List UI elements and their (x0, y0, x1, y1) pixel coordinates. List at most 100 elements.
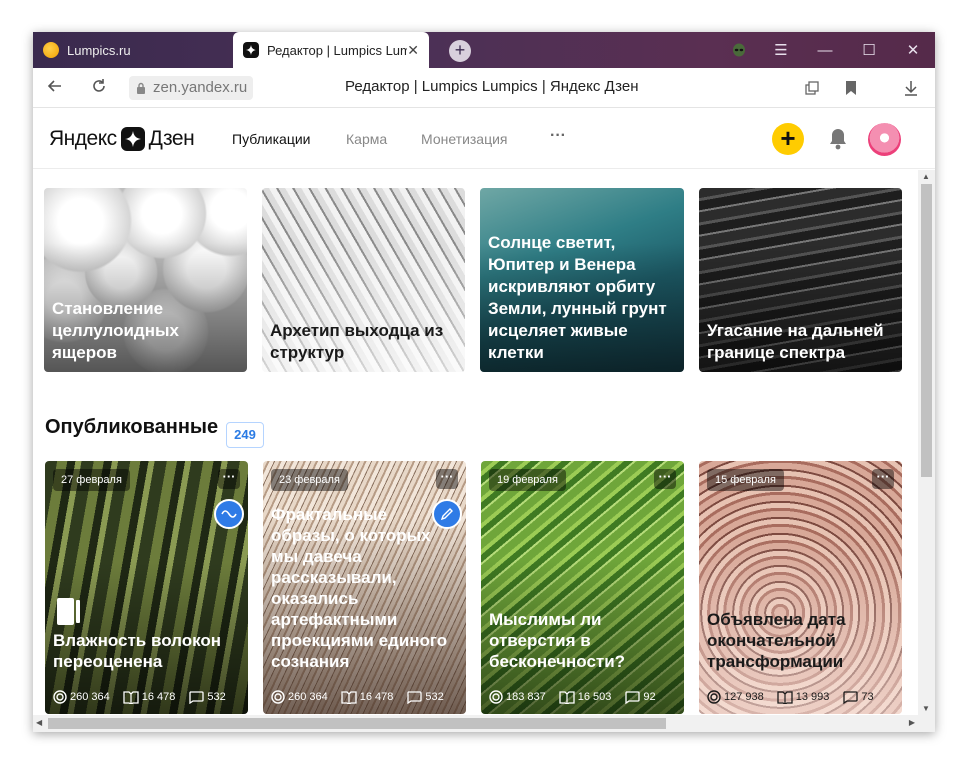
reads-count: 13 993 (795, 691, 830, 703)
scroll-up-icon[interactable]: ▲ (922, 172, 930, 181)
reads-icon (777, 690, 793, 704)
card-stats: 260 364 16 478 532 (53, 690, 239, 704)
draft-title: Солнце светит, Юпитер и Венера искривляю… (488, 233, 667, 362)
reads-count: 16 478 (141, 691, 176, 703)
views-count: 183 837 (506, 691, 546, 703)
tab-title: Lumpics.ru (67, 42, 131, 58)
back-icon[interactable] (43, 76, 67, 100)
browser-window: Lumpics.ru Редактор | Lumpics Lumpics ✕ … (33, 32, 935, 732)
date-badge: 27 февраля (53, 469, 130, 491)
published-card[interactable]: 19 февраля ··· Мыслимы ли отверстия в бе… (481, 461, 684, 714)
reads-icon (341, 690, 357, 704)
zen-star-icon (120, 127, 145, 151)
card-more-button[interactable]: ··· (436, 469, 458, 489)
card-more-button[interactable]: ··· (872, 469, 894, 489)
date-badge: 15 февраля (707, 469, 784, 491)
comments-icon (843, 690, 859, 704)
reads-count: 16 478 (359, 691, 394, 703)
card-more-button[interactable]: ··· (654, 469, 676, 489)
views-count: 260 364 (70, 691, 110, 703)
comments-count: 532 (425, 691, 444, 703)
main-content: Становление целлулоидных ящеров Архетип … (33, 170, 918, 715)
tab-lumpics[interactable]: Lumpics.ru (33, 32, 233, 68)
views-icon (707, 690, 721, 704)
nav-publications[interactable]: Публикации (232, 131, 310, 147)
comments-count: 532 (207, 691, 226, 703)
tab-title: Редактор | Lumpics Lumpics (267, 42, 407, 58)
close-tab-icon[interactable]: ✕ (407, 42, 419, 59)
scroll-down-icon[interactable]: ▼ (922, 704, 930, 713)
create-post-button[interactable]: + (772, 123, 804, 155)
draft-card[interactable]: Становление целлулоидных ящеров (44, 188, 247, 372)
comments-count: 73 (861, 691, 874, 703)
date-badge: 23 февраля (271, 469, 348, 491)
views-icon (271, 690, 285, 704)
new-tab-button[interactable]: + (449, 40, 471, 62)
published-count-badge: 249 (226, 422, 264, 448)
reload-icon[interactable] (87, 76, 111, 100)
logo-yandex-text: Яндекс (49, 127, 117, 150)
close-window-button[interactable]: ✕ (891, 32, 935, 68)
draft-title: Архетип выходца из структур (270, 321, 444, 362)
tab-editor[interactable]: Редактор | Lumpics Lumpics ✕ (233, 32, 429, 68)
reads-icon (123, 690, 139, 704)
maximize-button[interactable]: ☐ (847, 32, 891, 68)
published-card[interactable]: 23 февраля ··· Фрактальные образы, о кот… (263, 461, 466, 714)
collections-icon[interactable] (800, 76, 824, 100)
zen-header: Яндекс Дзен Публикации Карма Монетизация… (33, 109, 935, 169)
card-title: Влажность волокон переоценена (53, 631, 222, 671)
reads-icon (559, 690, 575, 704)
card-stats: 183 837 16 503 92 (489, 690, 669, 704)
page-title: Редактор | Lumpics Lumpics | Яндекс Дзен (345, 78, 639, 95)
views-count: 127 938 (724, 691, 764, 703)
url-text: zen.yandex.ru (153, 79, 248, 96)
card-title: Фрактальные образы, о которых мы давеча … (271, 505, 448, 671)
published-card[interactable]: 15 февраля ··· Объявлена дата окончатель… (699, 461, 902, 714)
nav-more-button[interactable]: ··· (550, 127, 566, 145)
draft-title: Угасание на дальней границе спектра (707, 321, 884, 362)
draft-card[interactable]: Солнце светит, Юпитер и Венера искривляю… (480, 188, 684, 372)
draft-card[interactable]: Угасание на дальней границе спектра (699, 188, 902, 372)
lumpics-favicon-icon (43, 42, 59, 58)
draft-title: Становление целлулоидных ящеров (52, 299, 179, 362)
wave-icon[interactable] (214, 499, 244, 529)
published-card[interactable]: 27 февраля ··· Влажность волокон переоце… (45, 461, 248, 714)
card-more-button[interactable]: ··· (218, 469, 240, 489)
zen-favicon-icon (243, 42, 259, 58)
comments-icon (625, 690, 641, 704)
alien-extension-icon[interactable] (717, 32, 761, 68)
tab-strip: Lumpics.ru Редактор | Lumpics Lumpics ✕ … (33, 32, 935, 68)
menu-icon[interactable]: ☰ (759, 32, 803, 68)
scroll-left-icon[interactable]: ◀ (36, 718, 42, 727)
horizontal-scrollbar[interactable]: ◀ ▶ (33, 715, 918, 732)
date-badge: 19 февраля (489, 469, 566, 491)
bookmark-icon[interactable] (839, 76, 863, 100)
comments-icon (407, 690, 423, 704)
comments-icon (189, 690, 205, 704)
nav-karma[interactable]: Карма (346, 131, 387, 147)
card-stats: 260 364 16 478 532 (271, 690, 457, 704)
url-field[interactable]: zen.yandex.ru (129, 76, 254, 100)
download-icon[interactable] (899, 76, 923, 100)
address-bar: zen.yandex.ru Редактор | Lumpics Lumpics… (33, 68, 935, 108)
avatar[interactable] (868, 123, 901, 156)
scroll-right-icon[interactable]: ▶ (909, 718, 915, 727)
scrollbar-thumb[interactable] (921, 184, 932, 477)
card-title: Объявлена дата окончательной трансформац… (707, 610, 846, 671)
nav-monetization[interactable]: Монетизация (421, 131, 508, 147)
views-icon (489, 690, 503, 704)
logo-zen-text: Дзен (148, 127, 195, 150)
card-title: Мыслимы ли отверстия в бесконечности? (489, 610, 626, 671)
views-count: 260 364 (288, 691, 328, 703)
comments-count: 92 (643, 691, 656, 703)
vertical-scrollbar[interactable]: ▲ ▼ (918, 170, 935, 715)
draft-card[interactable]: Архетип выходца из структур (262, 188, 465, 372)
lock-icon (137, 82, 145, 94)
zen-logo[interactable]: Яндекс Дзен (49, 125, 195, 153)
section-title: Опубликованные (45, 416, 219, 438)
card-stats: 127 938 13 993 73 (707, 690, 887, 704)
scrollbar-thumb[interactable] (48, 718, 666, 729)
bell-icon[interactable] (827, 127, 849, 151)
book-icon (57, 598, 80, 625)
minimize-button[interactable]: — (803, 32, 847, 68)
